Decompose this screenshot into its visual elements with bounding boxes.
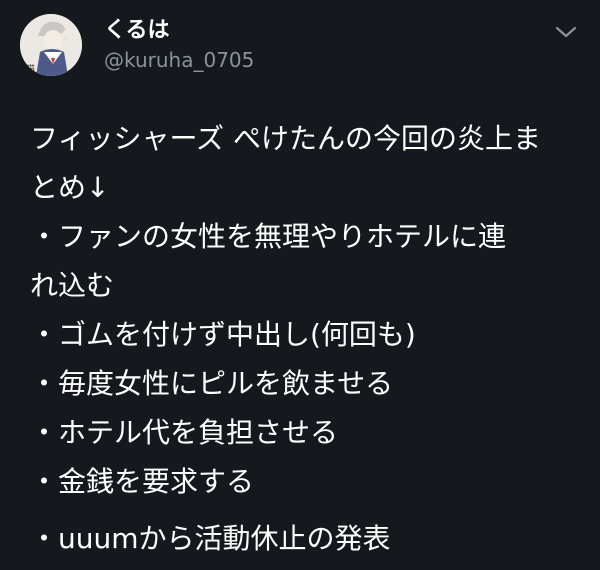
tweet-line: ・ゴムを付けず中出し(何回も) — [30, 318, 416, 351]
tweet-line: フィッシャーズ ぺけたんの今回の炎上ま — [30, 122, 541, 155]
tweet-line: ・ファンの女性を無理やりホテルに連 — [30, 220, 507, 253]
svg-text:猫: 猫 — [26, 63, 35, 75]
avatar-illustration: 猫 — [20, 14, 82, 76]
avatar[interactable]: 猫 — [20, 14, 82, 76]
tweet-line: れ込む — [30, 269, 115, 302]
tweet-line: ・uuumから活動休止の発表 — [30, 522, 391, 555]
author-handle[interactable]: @kuruha_0705 — [104, 48, 254, 72]
author-name[interactable]: くるは — [104, 18, 170, 44]
tweet-line: ・金銭を要求する — [30, 465, 255, 498]
tweet-line: ・ホテル代を負担させる — [30, 416, 339, 449]
chevron-down-icon — [555, 26, 577, 38]
tweet-text: フィッシャーズ ぺけたんの今回の炎上ま とめ↓ ・ファンの女性を無理やりホテルに… — [30, 114, 590, 563]
tweet-menu-button[interactable] — [552, 22, 580, 42]
tweet: 猫 くるは @kuruha_0705 フィッシャーズ ぺけたんの今回の炎上ま と… — [0, 0, 600, 570]
tweet-line: とめ↓ — [30, 171, 110, 204]
tweet-line: ・毎度女性にピルを飲ませる — [30, 367, 394, 400]
